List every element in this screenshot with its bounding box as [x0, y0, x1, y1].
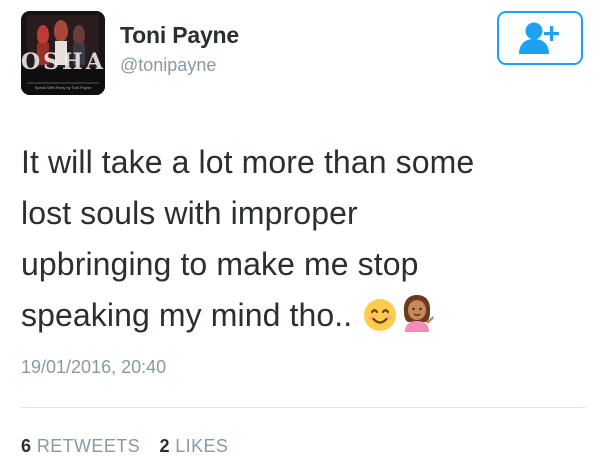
tweet-text-line: speaking my mind tho.. — [21, 297, 353, 333]
tweet-text-line-last: speaking my mind tho.. — [21, 290, 581, 347]
likes-stat[interactable]: 2 LIKES — [159, 436, 228, 456]
information-desk-person-icon — [399, 294, 435, 347]
smiling-face-icon — [363, 296, 397, 347]
divider — [21, 407, 586, 408]
likes-label: LIKES — [175, 436, 229, 456]
likes-count: 2 — [159, 436, 170, 456]
tweet-text: It will take a lot more than some lost s… — [21, 137, 581, 347]
tweet-stats: 6 RETWEETS 2 LIKES — [21, 436, 242, 457]
follow-button[interactable] — [497, 11, 583, 65]
add-user-icon — [519, 22, 559, 54]
user-handle[interactable]: @tonipayne — [120, 55, 216, 76]
retweets-stat[interactable]: 6 RETWEETS — [21, 436, 140, 456]
avatar[interactable]: OSHA Speak Well Party by Toni Payne — [21, 11, 105, 95]
tweet-text-line: upbringing to make me stop — [21, 246, 419, 282]
tweet-text-line: It will take a lot more than some — [21, 144, 475, 180]
avatar-caption: Speak Well Party by Toni Payne — [34, 85, 92, 90]
retweets-label: RETWEETS — [36, 436, 141, 456]
retweets-count: 6 — [21, 436, 32, 456]
user-name[interactable]: Toni Payne — [120, 22, 239, 49]
avatar-logo-text: OSHA — [21, 49, 105, 75]
tweet-card: OSHA Speak Well Party by Toni Payne Toni… — [0, 0, 600, 474]
tweet-text-line: lost souls with improper — [21, 195, 358, 231]
tweet-timestamp[interactable]: 19/01/2016, 20:40 — [21, 357, 166, 378]
